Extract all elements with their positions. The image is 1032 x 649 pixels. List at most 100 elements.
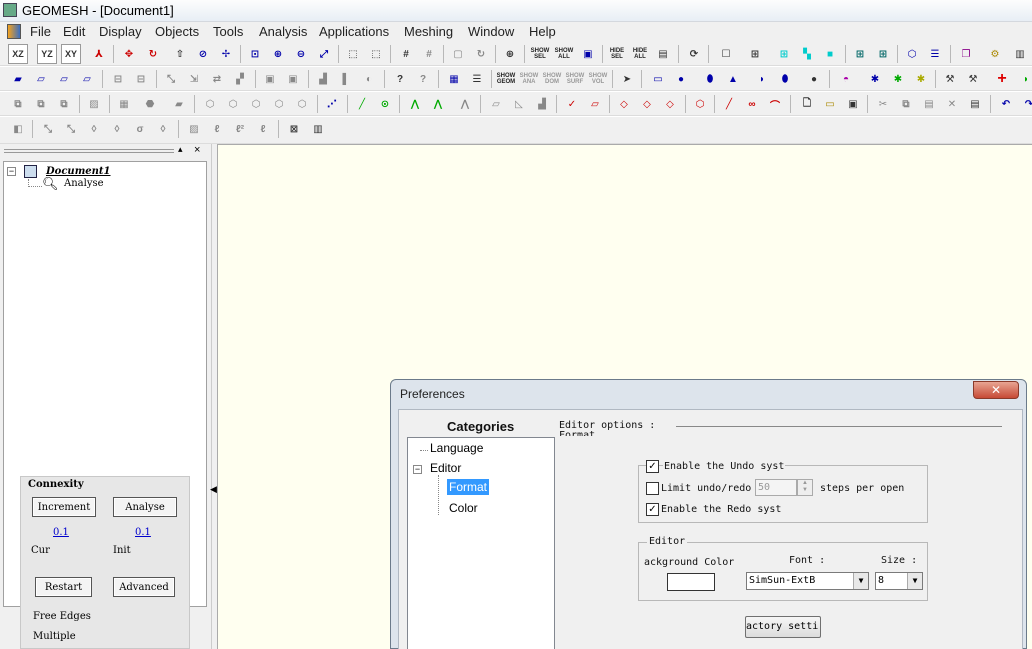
rounded-box-icon[interactable]: ▰ <box>169 94 189 114</box>
hatch-icon[interactable]: ▨ <box>84 94 104 114</box>
factory-settings-button[interactable]: actory settir <box>745 616 821 638</box>
cube-outline-4-icon[interactable]: ⬡ <box>269 94 289 114</box>
light-yellow-icon[interactable]: ✱ <box>911 69 931 89</box>
orbit-icon[interactable]: ⊘ <box>193 44 213 64</box>
curve-4-icon[interactable]: ◇ <box>637 94 657 114</box>
link-icon[interactable]: ∞ <box>742 94 762 114</box>
axes-icon[interactable]: ⅄ <box>89 44 109 64</box>
tree-collapse-icon[interactable]: − <box>7 167 16 176</box>
trim-6-icon[interactable]: ◊ <box>153 119 173 139</box>
surface-3-icon[interactable]: ▟ <box>532 94 552 114</box>
edit-shape-2-icon[interactable]: ▣ <box>283 69 303 89</box>
enable-undo-checkbox[interactable]: ✓ <box>646 460 659 473</box>
green-icon[interactable]: ◗ <box>1016 69 1032 89</box>
size-select[interactable]: 8 ▼ <box>875 572 923 590</box>
undo-icon[interactable]: ↶ <box>996 94 1016 114</box>
cube-outline-5-icon[interactable]: ⬡ <box>292 94 312 114</box>
table-icon[interactable]: ▦ <box>444 69 464 89</box>
quad-view-icon[interactable]: ⊞ <box>745 44 765 64</box>
properties-icon[interactable]: ▤ <box>965 94 985 114</box>
target-icon[interactable]: ⊕ <box>500 44 520 64</box>
trim-4-icon[interactable]: ◊ <box>107 119 127 139</box>
wire-shape-icon[interactable]: ▱ <box>31 69 51 89</box>
paste-icon[interactable]: ▤ <box>919 94 939 114</box>
tree-analyse-label[interactable]: Analyse <box>64 178 104 189</box>
refresh-icon[interactable]: ↻ <box>471 44 491 64</box>
help-icon[interactable]: ? <box>390 69 410 89</box>
show-geom-button[interactable]: SHOW GEOM <box>496 69 516 89</box>
new-file-icon[interactable]: 🗋 <box>797 94 817 114</box>
chevron-down-icon[interactable]: ▼ <box>853 573 868 589</box>
tools-icon[interactable]: ⚒ <box>963 69 983 89</box>
layers-icon[interactable]: ☰ <box>925 44 945 64</box>
context-help-icon[interactable]: ? <box>413 69 433 89</box>
align-2-icon[interactable]: ▌ <box>336 69 356 89</box>
show-all-button[interactable]: SHOW ALL <box>554 44 574 64</box>
rotate-icon[interactable]: ✥ <box>119 44 139 64</box>
view-yz-button[interactable]: YZ <box>37 44 57 64</box>
menu-display[interactable]: Display <box>99 24 142 39</box>
splitter-arrow-icon[interactable]: ◀ <box>210 484 217 495</box>
panel-grip[interactable] <box>4 149 174 153</box>
boolean-union-icon[interactable]: ⧉ <box>8 94 28 114</box>
cube-outline-1-icon[interactable]: ⬡ <box>200 94 220 114</box>
dialog-close-button[interactable]: ✕ <box>973 381 1019 399</box>
tube-primitive-icon[interactable]: ⬮ <box>775 69 795 89</box>
view-xz-button[interactable]: XZ <box>8 44 28 64</box>
pen-icon[interactable]: ╱ <box>719 94 739 114</box>
polyline-icon[interactable]: ⋰ <box>322 94 342 114</box>
settings-icon[interactable]: ⚙ <box>985 44 1005 64</box>
menu-analysis[interactable]: Analysis <box>259 24 307 39</box>
quad-view-fill-icon[interactable]: ▚ <box>797 44 817 64</box>
length-3-icon[interactable]: ℓ <box>253 119 273 139</box>
cube-outline-2-icon[interactable]: ⬡ <box>223 94 243 114</box>
zoom-window-icon[interactable]: ⊡ <box>245 44 265 64</box>
enable-redo-checkbox[interactable]: ✓ <box>646 503 659 516</box>
tile-icon[interactable]: ⊞ <box>850 44 870 64</box>
grid-snap-icon[interactable]: # <box>419 44 439 64</box>
hollow-shape-icon[interactable]: ▱ <box>77 69 97 89</box>
cube-icon[interactable]: ⬡ <box>902 44 922 64</box>
curve-5-icon[interactable]: ◇ <box>660 94 680 114</box>
show-box-icon[interactable]: ▣ <box>578 44 598 64</box>
surface-1-icon[interactable]: ▱ <box>486 94 506 114</box>
arc-red-icon[interactable]: ⌒ <box>765 94 785 114</box>
categories-tree[interactable]: Language − Editor Format Color <box>407 437 555 649</box>
delete-icon[interactable]: ✕ <box>942 94 962 114</box>
menu-file[interactable]: File <box>30 24 51 39</box>
hide-all-button[interactable]: HIDE ALL <box>630 44 650 64</box>
limit-undo-checkbox[interactable] <box>646 482 659 495</box>
analyse-button[interactable]: Analyse <box>113 497 177 517</box>
category-format[interactable]: Format <box>447 479 490 495</box>
panel-collapse-icon[interactable]: ▴ <box>178 144 183 155</box>
show-surf-button[interactable]: SHOW SURF <box>565 69 585 89</box>
line-icon[interactable]: ╱ <box>352 94 372 114</box>
cur-value[interactable]: 0.1 <box>53 527 69 538</box>
menu-objects[interactable]: Objects <box>155 24 199 39</box>
boolean-diff-icon[interactable]: ⧉ <box>31 94 51 114</box>
scale-icon[interactable]: ⤡ <box>161 69 181 89</box>
windows-icon[interactable]: ❐ <box>956 44 976 64</box>
pan-icon[interactable]: ⇧ <box>170 44 190 64</box>
curve-2-icon[interactable]: ▱ <box>585 94 605 114</box>
menu-tools[interactable]: Tools <box>213 24 243 39</box>
cube-outline-3-icon[interactable]: ⬡ <box>246 94 266 114</box>
quad-view-cyan-icon[interactable]: ⊞ <box>774 44 794 64</box>
circle-icon[interactable]: ⊙ <box>375 94 395 114</box>
increment-button[interactable]: Increment <box>32 497 96 517</box>
chevron-down-icon[interactable]: ▼ <box>907 573 922 589</box>
category-color[interactable]: Color <box>449 501 478 515</box>
torus-primitive-icon[interactable]: ◗ <box>752 69 772 89</box>
trim-5-icon[interactable]: σ <box>130 119 150 139</box>
show-sel-button[interactable]: SHOW SEL <box>530 44 550 64</box>
open-file-icon[interactable]: ▭ <box>820 94 840 114</box>
menu-applications[interactable]: Applications <box>319 24 389 39</box>
category-language[interactable]: Language <box>430 441 483 455</box>
editor-collapse-icon[interactable]: − <box>413 465 422 474</box>
view-xy-button[interactable]: XY <box>61 44 81 64</box>
arc-2-icon[interactable]: ⋀ <box>428 94 448 114</box>
curve-3-icon[interactable]: ◇ <box>614 94 634 114</box>
rotate-90-icon[interactable]: ↻ <box>143 44 163 64</box>
document-icon[interactable] <box>7 24 21 39</box>
dotted-shape-icon[interactable]: ▱ <box>54 69 74 89</box>
